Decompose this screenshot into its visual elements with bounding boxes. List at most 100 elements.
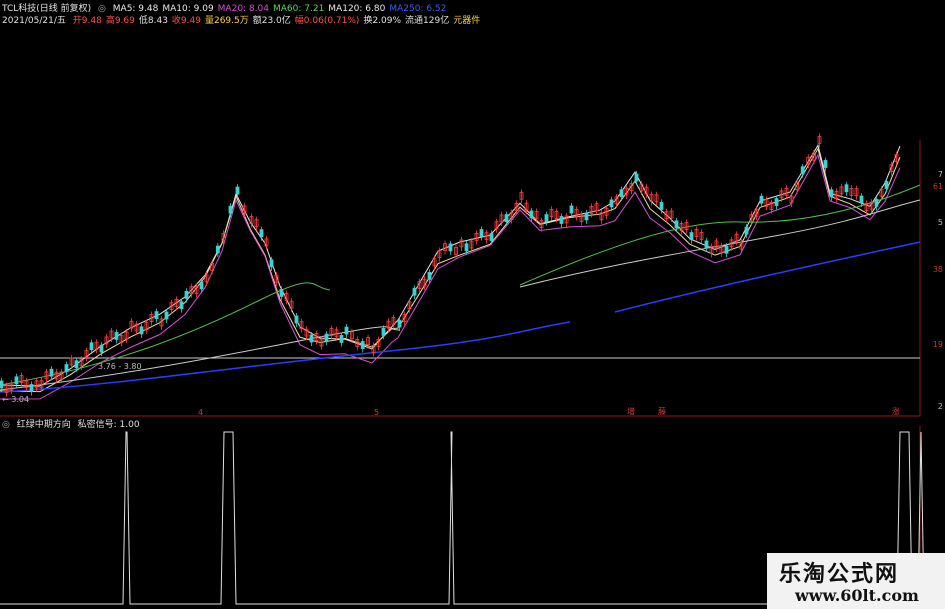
candle-body <box>199 281 204 290</box>
legend-value: 高9.69 <box>105 16 135 26</box>
candle-body <box>844 184 849 193</box>
candle-body <box>427 271 432 280</box>
legend-value: 额23.0亿 <box>252 16 291 26</box>
candle-body <box>397 319 402 328</box>
candle-body <box>215 245 220 254</box>
legend-value: 流通129亿 <box>405 16 450 26</box>
candle-body <box>674 220 679 229</box>
candle-body <box>619 189 624 198</box>
ma250-line <box>614 241 921 313</box>
price-chart[interactable] <box>0 0 945 609</box>
candle-body <box>559 216 564 224</box>
candle-body <box>800 166 805 175</box>
candle-body <box>259 229 264 238</box>
candle-body <box>381 328 386 336</box>
candle-body <box>339 335 344 343</box>
candle-body <box>235 186 240 195</box>
candle-body <box>479 229 484 237</box>
candle-body <box>184 290 189 299</box>
range-annotation: 3.76 - 3.80 <box>98 362 142 371</box>
candle-body <box>489 233 494 241</box>
event-marker[interactable]: 增 <box>627 406 635 417</box>
candle-body <box>829 189 834 198</box>
chart-header: TCL科技(日线 前复权) ◎ MA5: 9.48 MA10: 9.09 MA20:… <box>2 4 454 15</box>
candle-body <box>874 198 879 207</box>
candle-body <box>14 376 19 385</box>
candle-body <box>279 289 284 297</box>
candle-body <box>0 380 4 389</box>
axis-tick: 61 <box>932 182 943 191</box>
settings-icon[interactable]: ◎ <box>98 4 106 14</box>
watermark: 乐淘公式网 www.60lt.com <box>767 553 945 609</box>
candle-body <box>179 301 184 310</box>
candle-body <box>448 243 453 252</box>
stock-title: TCL科技(日线 前复权) <box>2 4 92 14</box>
candle-body <box>823 160 828 168</box>
legend-value: 量269.5万 <box>204 16 249 26</box>
indicator-settings-icon[interactable]: ◎ <box>2 420 10 430</box>
candle-body <box>89 342 94 351</box>
legend-value: 换2.09% <box>363 16 402 26</box>
candle-body <box>584 212 589 221</box>
axis-tick: 5 <box>937 218 943 227</box>
legend-value: 低8.43 <box>138 16 168 26</box>
candle-body <box>29 384 34 392</box>
candle-body <box>99 344 104 353</box>
legend-value: MA20: 8.04 <box>217 4 269 14</box>
quote-values: 开9.48 高9.69 低8.43 收9.49 量269.5万 额23.0亿 幅0.06(0… <box>73 16 484 26</box>
candle-body <box>344 326 349 335</box>
candle-body <box>774 198 779 206</box>
legend-value: 元器件 <box>453 16 481 26</box>
candle-body <box>529 210 534 219</box>
candle-body <box>64 364 69 372</box>
candle-body <box>49 368 54 377</box>
low-annotation: ← 3.04 <box>2 395 30 404</box>
candle-body <box>139 326 144 335</box>
candle-body <box>569 205 574 214</box>
candle-body <box>659 202 664 210</box>
candle-body <box>859 195 864 204</box>
axis-tick: 38 <box>932 265 943 274</box>
legend-value: 开9.48 <box>72 16 102 26</box>
axis-tick: 19 <box>932 340 943 349</box>
candle-body <box>114 332 119 340</box>
candle-body <box>544 214 549 223</box>
legend-value: 幅0.06(0.71%) <box>294 16 360 26</box>
event-marker[interactable]: 4 <box>198 408 203 417</box>
ma-legend: MA5: 9.48 MA10: 9.09 MA20: 8.04 MA60: 7.21 M… <box>113 4 451 14</box>
candle-body <box>504 214 509 222</box>
event-marker[interactable]: 5 <box>374 408 379 417</box>
ma60-line <box>0 282 331 386</box>
legend-value: 收9.49 <box>171 16 201 26</box>
legend-value: MA250: 6.52 <box>389 4 447 14</box>
axis-tick: 2 <box>937 402 943 411</box>
candle-body <box>464 243 469 252</box>
candle-body <box>74 360 79 369</box>
indicator-title: 红绿中期方向 <box>16 420 71 430</box>
quote-date: 2021/05/21/五 <box>2 16 66 26</box>
candle-body <box>324 333 329 342</box>
candle-body <box>759 195 764 204</box>
indicator-header: ◎ 红绿中期方向 私密信号: 1.00 <box>2 420 144 431</box>
legend-value: MA5: 9.48 <box>112 4 159 14</box>
candle-body <box>609 199 614 208</box>
event-marker[interactable]: 藤 <box>658 406 666 417</box>
candle-body <box>744 226 749 235</box>
legend-value: MA60: 7.21 <box>272 4 325 14</box>
candle-body <box>228 205 233 214</box>
watermark-url: www.60lt.com <box>795 586 919 605</box>
candle-body <box>724 245 729 254</box>
candle-body <box>634 173 639 182</box>
quote-header: 2021/05/21/五 开9.48 高9.69 低8.43 收9.49 量269.5万… <box>2 16 488 27</box>
candle-body <box>294 315 299 324</box>
watermark-name: 乐淘公式网 <box>779 562 900 587</box>
ma10-line <box>0 147 901 393</box>
indicator-signal: 私密信号: 1.00 <box>77 420 140 430</box>
candle-body <box>269 259 274 268</box>
candle-body <box>689 232 694 240</box>
legend-value: MA10: 9.09 <box>162 4 214 14</box>
event-marker[interactable]: 涨 <box>892 406 900 417</box>
legend-value: MA120: 6.80 <box>328 4 386 14</box>
axis-top-tick: 7 <box>937 170 943 179</box>
candle-body <box>704 240 709 249</box>
